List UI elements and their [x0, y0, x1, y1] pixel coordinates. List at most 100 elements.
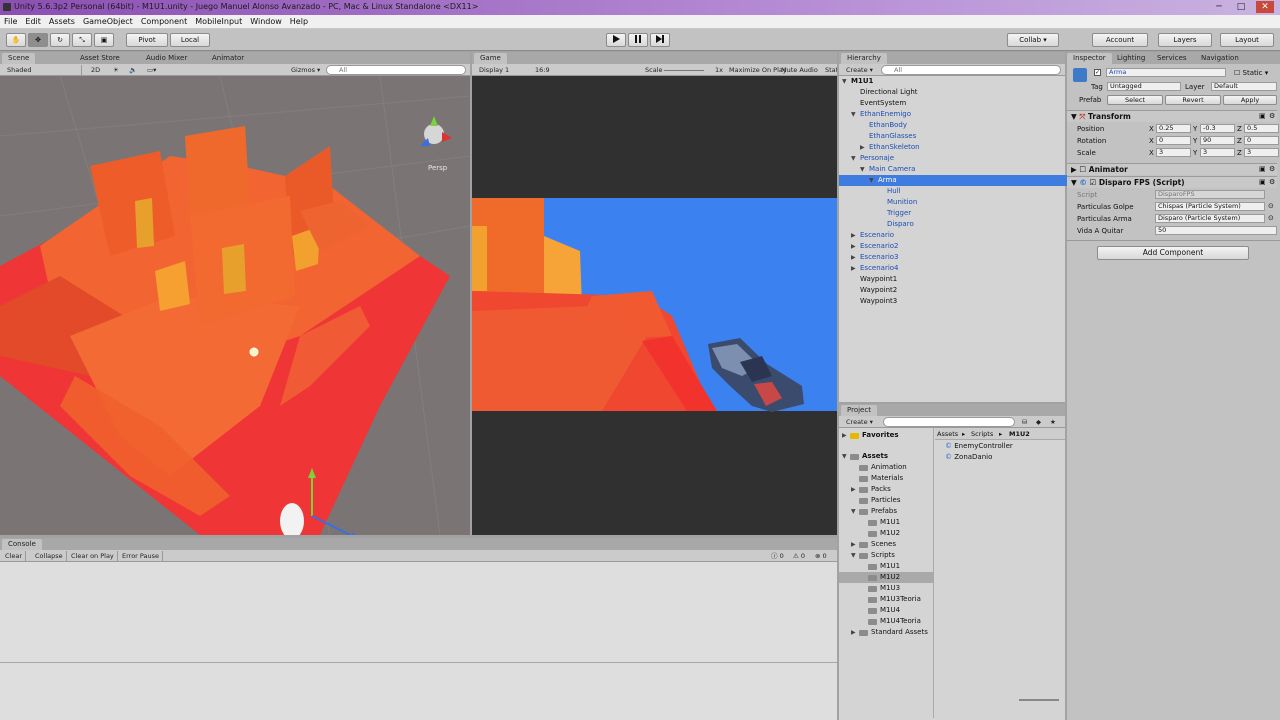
- foldout-arrow-icon[interactable]: ▼: [851, 109, 856, 120]
- tab-lighting[interactable]: Lighting: [1111, 53, 1151, 64]
- hierarchy-item[interactable]: ▼ M1U1: [839, 76, 1069, 87]
- scene-viewport[interactable]: Persp: [0, 76, 470, 535]
- foldout-arrow-icon[interactable]: ▼: [869, 175, 874, 186]
- filter-type-icon[interactable]: ⛁: [1019, 417, 1030, 427]
- hierarchy-item[interactable]: ▶ Escenario: [839, 230, 1069, 241]
- hierarchy-item[interactable]: Waypoint2: [839, 285, 1069, 296]
- tab-game[interactable]: Game: [474, 53, 507, 64]
- foldout-arrow-icon[interactable]: ▼: [860, 164, 865, 175]
- hierarchy-item[interactable]: EthanGlasses: [839, 131, 1069, 142]
- script-field-value[interactable]: 50: [1155, 226, 1277, 235]
- hand-tool-icon[interactable]: ✋: [6, 33, 26, 47]
- hierarchy-item[interactable]: Hull: [839, 186, 1069, 197]
- project-folder-item[interactable]: M1U3: [839, 583, 933, 594]
- minimize-button[interactable]: ─: [1210, 1, 1228, 13]
- transform-x-field[interactable]: 0.25: [1156, 124, 1191, 133]
- help-icon[interactable]: ▣: [1259, 178, 1266, 186]
- layer-dropdown[interactable]: Default: [1211, 82, 1277, 91]
- component-gear-icon[interactable]: ⚙: [1269, 165, 1275, 173]
- project-folder-item[interactable]: Particles: [839, 495, 933, 506]
- tab-inspector[interactable]: Inspector: [1067, 53, 1112, 64]
- hierarchy-item[interactable]: Directional Light: [839, 87, 1069, 98]
- hierarchy-item[interactable]: Waypoint3: [839, 296, 1069, 307]
- console-clear-button[interactable]: Clear: [2, 551, 26, 561]
- tab-scene[interactable]: Scene: [2, 53, 36, 64]
- transform-y-field[interactable]: -0.3: [1200, 124, 1235, 133]
- transform-header[interactable]: ▼ ⤧ Transform: [1067, 110, 1277, 122]
- hierarchy-item[interactable]: Waypoint1: [839, 274, 1069, 285]
- breadcrumb-m1u2[interactable]: M1U2: [1009, 430, 1030, 438]
- info-count[interactable]: ⓘ 0: [768, 551, 787, 561]
- prefab-apply-button[interactable]: Apply: [1223, 95, 1277, 105]
- foldout-arrow-icon[interactable]: ▶: [842, 430, 847, 441]
- project-folder-item[interactable]: ▶ Packs: [839, 484, 933, 495]
- project-folder-item[interactable]: M1U1: [839, 561, 933, 572]
- breadcrumb-assets[interactable]: Assets: [937, 430, 958, 438]
- hierarchy-item[interactable]: ▼ EthanEnemigo: [839, 109, 1069, 120]
- project-folder-item[interactable]: Materials: [839, 473, 933, 484]
- menu-window[interactable]: Window: [246, 15, 286, 29]
- foldout-arrow-icon[interactable]: ▼: [851, 550, 856, 561]
- breadcrumb-scripts[interactable]: Scripts: [971, 430, 993, 438]
- transform-y-field[interactable]: 90: [1200, 136, 1235, 145]
- script-field-value[interactable]: Chispas (Particle System): [1155, 202, 1265, 211]
- transform-x-field[interactable]: 0: [1156, 136, 1191, 145]
- prefab-select-button[interactable]: Select: [1107, 95, 1163, 105]
- project-folder-item[interactable]: ▼ Assets: [839, 451, 933, 462]
- audio-toggle-icon[interactable]: 🔈: [126, 65, 140, 75]
- project-search-input[interactable]: [883, 417, 1015, 427]
- static-toggle[interactable]: ☐ Static ▾: [1234, 69, 1268, 77]
- project-folder-item[interactable]: ▶ Favorites: [839, 430, 933, 441]
- transform-y-field[interactable]: 3: [1200, 148, 1235, 157]
- scale-slider[interactable]: [664, 70, 704, 71]
- foldout-arrow-icon[interactable]: ▶: [851, 241, 856, 252]
- hierarchy-search-input[interactable]: All: [881, 65, 1061, 75]
- foldout-arrow-icon[interactable]: ▼: [851, 153, 856, 164]
- lighting-toggle-icon[interactable]: ☀: [110, 65, 122, 75]
- menu-file[interactable]: File: [0, 15, 21, 29]
- account-dropdown[interactable]: Account: [1092, 33, 1148, 47]
- warning-count[interactable]: ⚠ 0: [790, 551, 808, 561]
- tag-dropdown[interactable]: Untagged: [1107, 82, 1181, 91]
- project-create-button[interactable]: Create ▾: [843, 417, 876, 427]
- display-dropdown[interactable]: Display 1: [476, 65, 512, 75]
- menu-component[interactable]: Component: [137, 15, 191, 29]
- transform-x-field[interactable]: 3: [1156, 148, 1191, 157]
- foldout-arrow-icon[interactable]: ▼: [842, 76, 847, 87]
- tab-audio-mixer[interactable]: Audio Mixer: [140, 53, 193, 64]
- transform-z-field[interactable]: 3: [1244, 148, 1279, 157]
- hierarchy-create-button[interactable]: Create ▾: [843, 65, 876, 75]
- close-button[interactable]: ✕: [1256, 1, 1274, 13]
- prefab-revert-button[interactable]: Revert: [1165, 95, 1221, 105]
- error-count[interactable]: ⊗ 0: [812, 551, 830, 561]
- tab-asset-store[interactable]: Asset Store: [74, 53, 126, 64]
- foldout-arrow-icon[interactable]: ▼: [851, 506, 856, 517]
- hierarchy-item[interactable]: Trigger: [839, 208, 1069, 219]
- layers-dropdown[interactable]: Layers: [1158, 33, 1212, 47]
- active-checkbox[interactable]: ✓: [1094, 69, 1101, 76]
- menu-gameobject[interactable]: GameObject: [79, 15, 137, 29]
- hierarchy-item[interactable]: ▶ Escenario4: [839, 263, 1069, 274]
- project-folder-item[interactable]: M1U3Teoria: [839, 594, 933, 605]
- light-icon[interactable]: [249, 347, 259, 357]
- hierarchy-item[interactable]: ▶ Escenario2: [839, 241, 1069, 252]
- script-enabled-checkbox[interactable]: ☑: [1090, 178, 1097, 187]
- project-folder-item[interactable]: M1U4: [839, 605, 933, 616]
- play-button[interactable]: [606, 33, 626, 47]
- gizmos-dropdown[interactable]: Gizmos ▾: [288, 65, 323, 75]
- filter-label-icon[interactable]: ◆: [1033, 417, 1044, 427]
- move-tool-icon[interactable]: ✥: [28, 33, 48, 47]
- hierarchy-item[interactable]: ▶ Escenario3: [839, 252, 1069, 263]
- tab-services[interactable]: Services: [1151, 53, 1193, 64]
- hierarchy-item[interactable]: ▼ Personaje: [839, 153, 1069, 164]
- project-folder-item[interactable]: M1U2: [839, 572, 933, 583]
- rect-tool-icon[interactable]: ▣: [94, 33, 114, 47]
- project-folder-item[interactable]: M1U2: [839, 528, 933, 539]
- icon-size-slider[interactable]: [1019, 699, 1059, 701]
- project-folder-item[interactable]: ▼ Prefabs: [839, 506, 933, 517]
- component-gear-icon[interactable]: ⚙: [1269, 112, 1275, 120]
- project-folder-item[interactable]: ▶ Scenes: [839, 539, 933, 550]
- menu-help[interactable]: Help: [286, 15, 312, 29]
- project-folder-item[interactable]: M1U4Teoria: [839, 616, 933, 627]
- script-field-value[interactable]: Disparo (Particle System): [1155, 214, 1265, 223]
